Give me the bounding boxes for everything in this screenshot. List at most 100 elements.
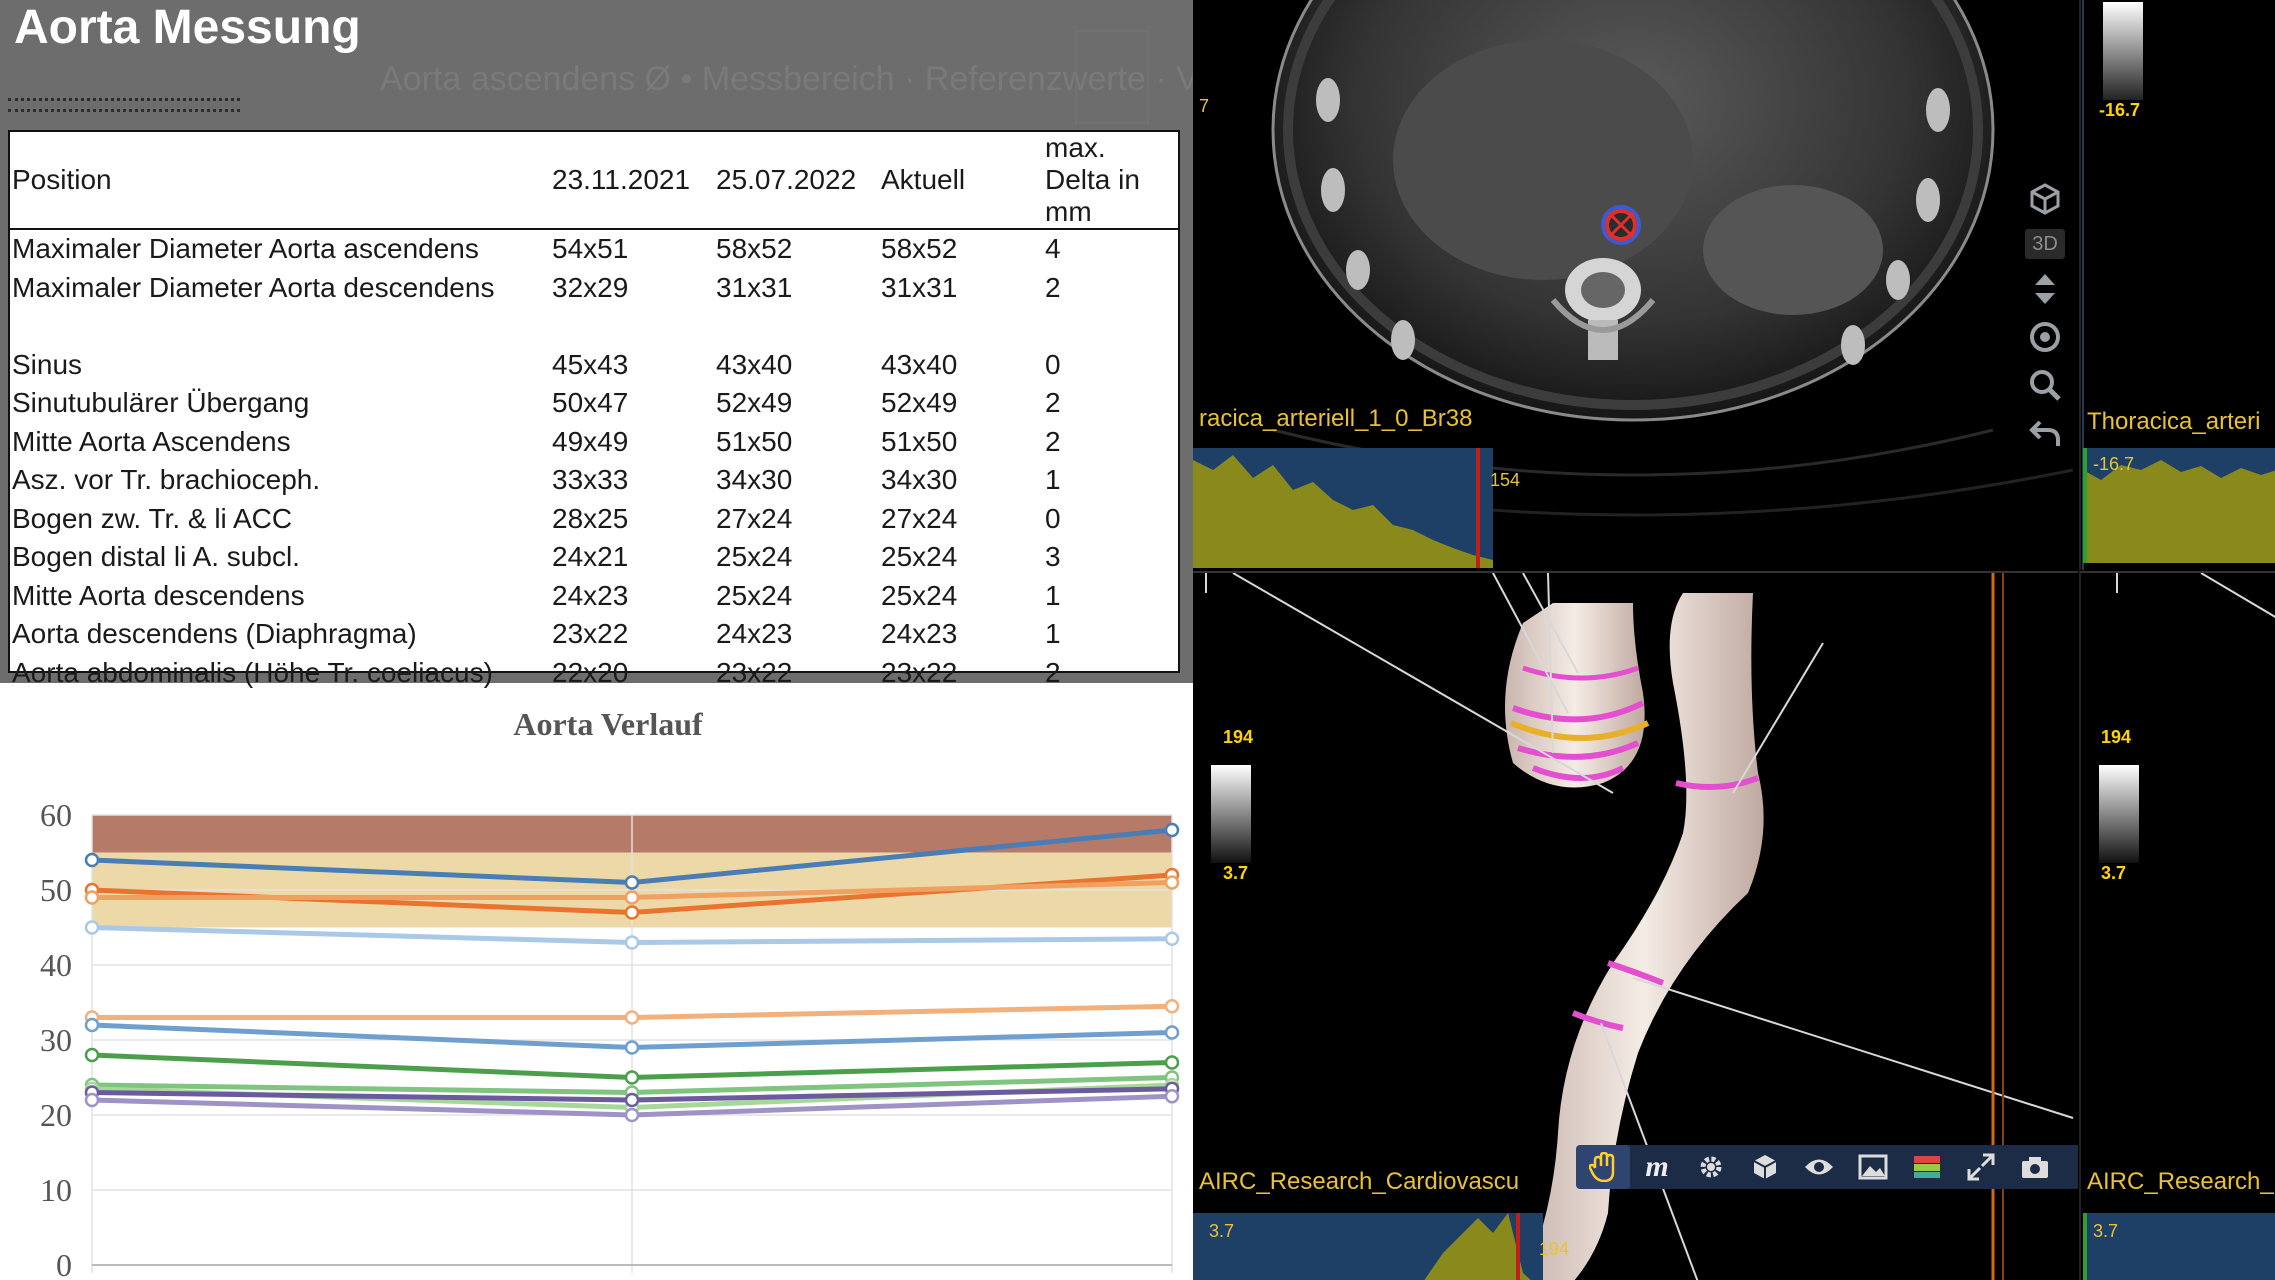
histogram-value: 3.7 xyxy=(2093,1221,2119,1241)
cell-date-2: 34x30 xyxy=(716,464,793,496)
zoom-icon[interactable] xyxy=(2021,361,2069,409)
table-row: Aorta descendens (Diaphragma) 23x22 24x23 2… xyxy=(10,615,1178,654)
viewport-bottom-right[interactable]: 194 3.7 AIRC_Research_ 3.7 xyxy=(2079,571,2275,1280)
viewport-top-right[interactable]: -16.7 Thoracica_arteri -16.7 xyxy=(2079,0,2275,570)
histogram-value: -16.7 xyxy=(2093,454,2135,474)
data-point xyxy=(624,890,640,905)
chart-title: Aorta Verlauf xyxy=(513,706,703,742)
data-point xyxy=(84,1047,100,1063)
m-icon[interactable]: m xyxy=(1630,1145,1684,1189)
header-position: Position xyxy=(10,132,550,230)
cell-delta: 1 xyxy=(1045,464,1061,496)
data-point xyxy=(624,935,640,950)
cell-date-1: 45x43 xyxy=(552,348,629,380)
cell-date-1: 49x49 xyxy=(552,425,629,457)
table-row: Bogen distal li A. subcl. 24x21 25x24 25x24… xyxy=(10,538,1178,577)
cell-date-1: 28x25 xyxy=(552,502,629,534)
data-point xyxy=(624,875,640,890)
y-tick-label: 0 xyxy=(56,1247,72,1280)
page-title: Aorta Messung xyxy=(14,1,361,54)
cell-date-2: 25x24 xyxy=(716,541,793,573)
cell-position: Sinutubulärer Übergang xyxy=(12,387,310,419)
table-spacer-row xyxy=(10,307,1178,346)
cell-position: Asz. vor Tr. brachioceph. xyxy=(12,464,321,496)
header-date-1: 23.11.2021 xyxy=(550,132,714,230)
viewport-axial[interactable]: 7 racica_arteriell_1_0_Br38 154 3D xyxy=(1193,0,2078,570)
header-date-2: 25.07.2022 xyxy=(714,132,879,230)
table-row: Mitte Aorta descendens 24x23 25x24 25x24 1 xyxy=(10,577,1178,616)
layers-icon[interactable] xyxy=(1900,1145,1954,1189)
cell-position: Maximaler Diameter Aorta ascendens xyxy=(12,233,479,265)
cube-icon[interactable] xyxy=(1738,1145,1792,1189)
viewport-image xyxy=(2082,0,2275,570)
table-row: Maximaler Diameter Aorta ascendens 54x51 5… xyxy=(10,229,1178,269)
data-point xyxy=(624,1092,640,1108)
header-current: Aktuell xyxy=(879,132,1043,230)
cell-current: 58x52 xyxy=(881,233,958,265)
viewport-3d[interactable]: m 194 3.7 AIRC_Research_Cardiovascu 3.7 … xyxy=(1193,571,2078,1280)
y-tick-label: 40 xyxy=(40,947,72,983)
window-max-value: 194 xyxy=(2101,727,2132,747)
data-point xyxy=(624,905,640,920)
header-delta: max. Delta in mm xyxy=(1043,132,1178,230)
viewer-toolbar: m xyxy=(1576,1145,2078,1189)
histogram-value: 194 xyxy=(1539,1239,1570,1259)
cell-date-2: 51x50 xyxy=(716,425,793,457)
cell-date-2: 23x22 xyxy=(716,656,793,688)
image-viewer[interactable]: 7 racica_arteriell_1_0_Br38 154 3D -16.7… xyxy=(1193,0,2275,1280)
report-panel: Aorta Messung Aorta ascendens Ø • Messbe… xyxy=(0,0,1193,1280)
3d-toggle[interactable]: 3D xyxy=(2025,229,2065,259)
cell-date-2: 27x24 xyxy=(716,502,793,534)
data-point xyxy=(624,1070,640,1085)
data-point xyxy=(1164,1025,1180,1040)
hand-icon[interactable] xyxy=(1576,1145,1630,1189)
window-min-value: 3.7 xyxy=(2101,863,2127,883)
cell-date-1: 33x33 xyxy=(552,464,629,496)
chart-svg: 010203040506023.11.202125.07.202208.03.2… xyxy=(40,706,1180,1280)
histogram-value: 154 xyxy=(1490,470,1521,490)
data-point xyxy=(84,852,100,868)
image-icon[interactable] xyxy=(1846,1145,1900,1189)
table-row: Asz. vor Tr. brachioceph. 33x33 34x30 34x30… xyxy=(10,461,1178,500)
cell-current: 31x31 xyxy=(881,271,958,303)
cell-date-2: 31x31 xyxy=(716,271,793,303)
expand-icon[interactable] xyxy=(1954,1145,2008,1189)
measurement-table: Position 23.11.2021 25.07.2022 Aktuell m… xyxy=(8,130,1180,688)
cell-delta: 1 xyxy=(1045,618,1061,650)
data-point xyxy=(1164,875,1180,890)
ct-axial-image xyxy=(1193,0,2074,568)
gear-icon[interactable] xyxy=(1684,1145,1738,1189)
background-text: Aorta ascendens Ø • Messbereich · Refere… xyxy=(380,60,1193,98)
cell-delta: 4 xyxy=(1045,233,1061,265)
cell-date-1: 50x47 xyxy=(552,387,629,419)
eye-icon[interactable] xyxy=(1792,1145,1846,1189)
cell-delta: 0 xyxy=(1045,502,1061,534)
data-point xyxy=(1164,1055,1180,1070)
target-icon[interactable] xyxy=(2021,313,2069,361)
undo-icon[interactable] xyxy=(2021,409,2069,457)
window-min-value: 3.7 xyxy=(1223,863,1249,883)
cube-icon[interactable] xyxy=(2021,175,2069,223)
data-point xyxy=(624,1010,640,1025)
data-point xyxy=(84,920,100,935)
camera-icon[interactable] xyxy=(2008,1145,2062,1189)
cell-position: Mitte Aorta descendens xyxy=(12,579,305,611)
cell-position: Bogen zw. Tr. & li ACC xyxy=(12,502,293,534)
table-row: Sinus 45x43 43x40 43x40 0 xyxy=(10,346,1178,385)
table-row: Maximaler Diameter Aorta descendens 32x29… xyxy=(10,269,1178,308)
cell-delta: 2 xyxy=(1045,425,1061,457)
cell-position: Maximaler Diameter Aorta descendens xyxy=(12,271,495,303)
data-point xyxy=(624,1107,640,1123)
cell-position: Sinus xyxy=(12,348,83,380)
cell-date-1: 54x51 xyxy=(552,233,629,265)
data-point xyxy=(1164,931,1180,946)
y-tick-label: 30 xyxy=(40,1022,72,1058)
cell-current: 51x50 xyxy=(881,425,958,457)
background-box xyxy=(1075,30,1149,124)
series-label: Thoracica_arteri xyxy=(2087,408,2261,435)
cell-date-2 xyxy=(714,307,879,346)
table-row: Sinutubulärer Übergang 50x47 52x49 52x49 2 xyxy=(10,384,1178,423)
cell-delta: 2 xyxy=(1045,271,1061,303)
cell-position: Aorta descendens (Diaphragma) xyxy=(12,618,417,650)
arrows-icon[interactable] xyxy=(2021,265,2069,313)
